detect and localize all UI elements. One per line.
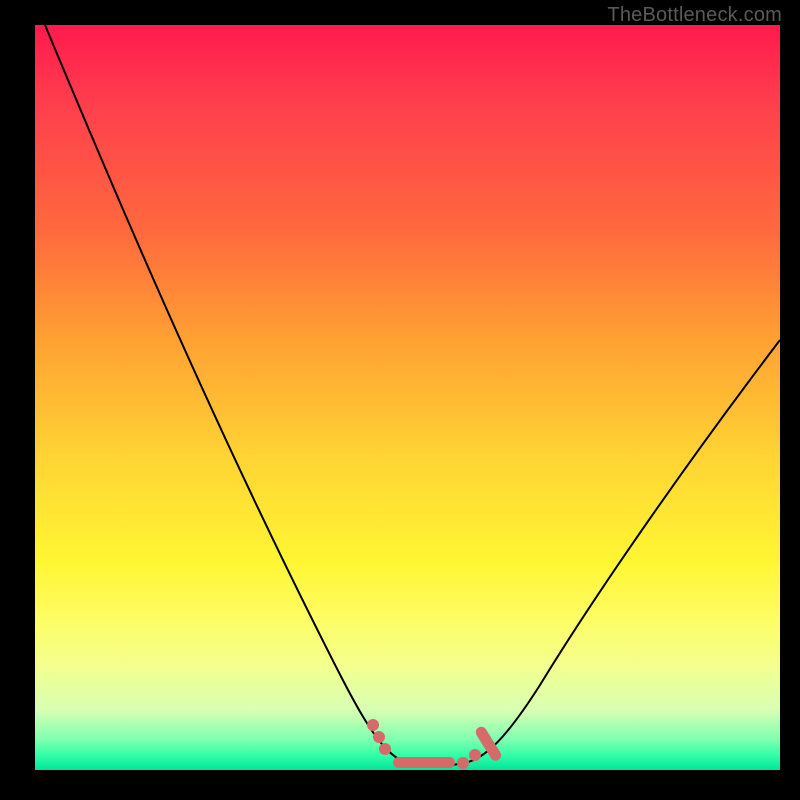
marker-dot <box>469 749 481 761</box>
bottleneck-curve <box>45 25 780 766</box>
curve-svg <box>35 25 780 770</box>
marker-dot <box>367 719 379 731</box>
marker-dot <box>373 731 385 743</box>
marker-dot <box>379 743 391 755</box>
watermark-text: TheBottleneck.com <box>607 4 782 27</box>
marker-dot <box>457 757 469 769</box>
plot-area <box>35 25 780 770</box>
marker-pill <box>393 757 455 768</box>
chart-frame: TheBottleneck.com <box>0 0 800 800</box>
